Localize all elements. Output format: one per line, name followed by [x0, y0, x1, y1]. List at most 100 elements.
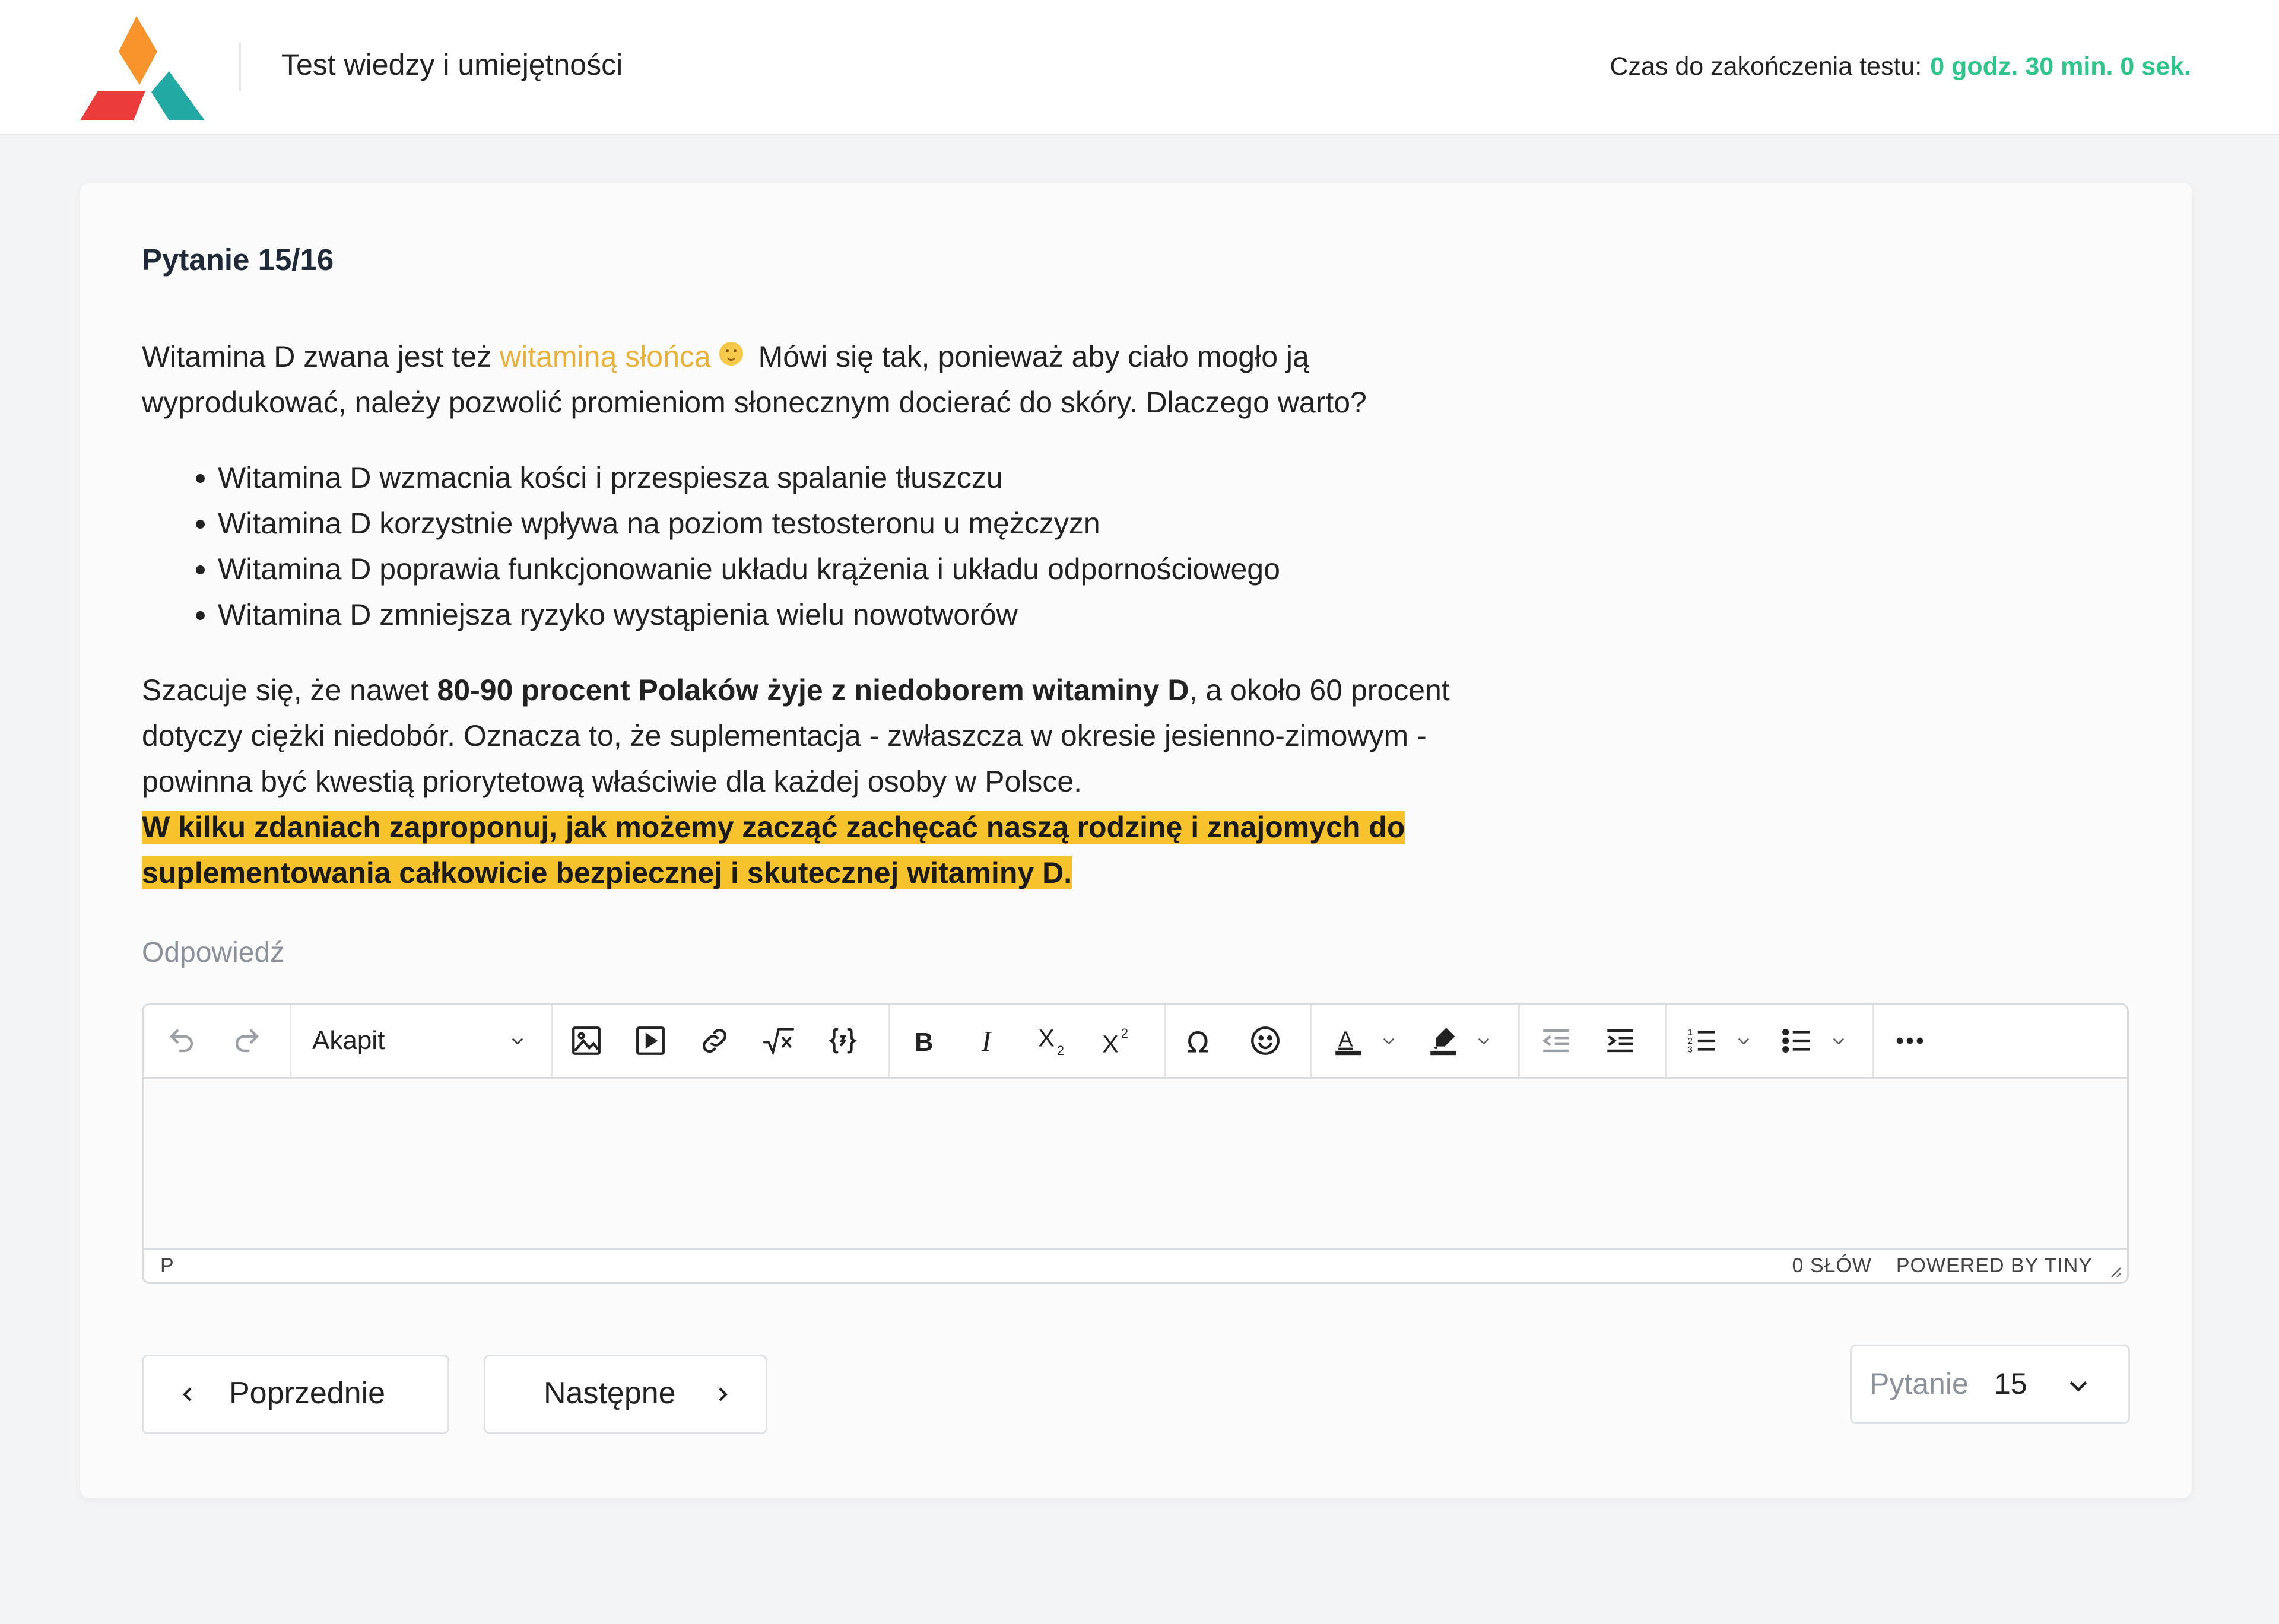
special-char-button[interactable]: Ω: [1180, 1019, 1223, 1062]
test-timer: Czas do zakończenia testu: 0 godz. 30 min…: [1610, 52, 2191, 81]
editor-toolbar: Akapit B I X 2 X 2 Ω A 1 2 3: [144, 1005, 2127, 1079]
more-icon: [1896, 1037, 1923, 1044]
indent-group: [1518, 1005, 1667, 1077]
insert-math-button[interactable]: [757, 1019, 800, 1062]
image-icon: [572, 1026, 601, 1055]
media-icon: [636, 1026, 665, 1055]
svg-text:2: 2: [1057, 1043, 1064, 1058]
insert-media-button[interactable]: [629, 1019, 672, 1062]
bullet-list-button[interactable]: [1776, 1019, 1818, 1062]
app-title: Test wiedzy i umiejętności: [281, 48, 623, 81]
svg-text:3: 3: [1688, 1045, 1693, 1054]
insert-link-button[interactable]: [693, 1019, 736, 1062]
question-intro: Witamina D zwana jest też witaminą słońc…: [142, 340, 1367, 419]
next-label: Następne: [544, 1376, 676, 1410]
word-count[interactable]: 0 SŁÓW: [1792, 1254, 1872, 1277]
chevron-down-icon[interactable]: [1380, 1032, 1397, 1049]
header-divider: [239, 43, 241, 91]
previous-label: Poprzednie: [229, 1376, 386, 1410]
emoji-button[interactable]: [1244, 1019, 1287, 1062]
svg-text:2: 2: [1121, 1026, 1128, 1041]
superscript-icon: X2: [1102, 1026, 1128, 1057]
special-char-icon: Ω: [1187, 1026, 1209, 1058]
chevron-left-icon: [183, 1387, 192, 1401]
question-number: Pytanie 15/16: [142, 243, 334, 277]
benefits-list: Witamina D wzmacnia kości i przespiesza …: [142, 455, 1483, 638]
code-sample-button[interactable]: [821, 1019, 864, 1062]
list-item: Witamina D poprawia funkcjonowanie układ…: [218, 546, 1483, 592]
list-group: 123: [1665, 1005, 1874, 1077]
color-group: A: [1310, 1005, 1520, 1077]
undo-button[interactable]: [160, 1019, 203, 1062]
chevron-right-icon: [719, 1387, 728, 1401]
italic-button[interactable]: I: [967, 1019, 1010, 1062]
more-button[interactable]: [1888, 1019, 1931, 1062]
svg-text:Ω: Ω: [1187, 1026, 1209, 1058]
chevron-down-icon[interactable]: [1475, 1032, 1492, 1049]
code-sample-icon: [828, 1028, 858, 1054]
chevron-down-icon[interactable]: [1830, 1032, 1847, 1049]
chevron-down-icon: [2069, 1381, 2087, 1392]
triangle-logo-icon: [80, 16, 205, 120]
list-item: Witamina D zmniejsza ryzyko wystąpienia …: [218, 592, 1483, 638]
previous-button[interactable]: Poprzednie: [142, 1355, 449, 1434]
question-select-label: Pytanie: [1869, 1367, 1969, 1400]
highlight-color-button[interactable]: [1422, 1019, 1465, 1062]
editor-content-area[interactable]: [144, 1079, 2127, 1250]
answer-editor: Akapit B I X 2 X 2 Ω A 1 2 3 P 0 SŁÓW PO…: [142, 1003, 2129, 1284]
superscript-button[interactable]: X2: [1097, 1019, 1140, 1062]
highlight-color-icon: [1430, 1028, 1456, 1056]
sun-vitamin-link: witaminą słońca: [499, 340, 711, 373]
svg-text:I: I: [981, 1026, 992, 1057]
smiling-sun-emoji-icon: [719, 342, 743, 366]
editor-statusbar: P 0 SŁÓW POWERED BY TINY: [144, 1248, 2127, 1282]
math-icon: [763, 1028, 795, 1056]
bold-button[interactable]: B: [903, 1019, 946, 1062]
redo-button[interactable]: [226, 1019, 268, 1062]
format-group: B I X2 X2: [888, 1005, 1166, 1077]
resize-handle-icon[interactable]: [2105, 1261, 2122, 1279]
question-select-value: 15: [1994, 1367, 2027, 1400]
answer-label: Odpowiedź: [142, 937, 285, 968]
link-icon: [703, 1029, 726, 1053]
bullet-list-icon: [1782, 1028, 1810, 1053]
question-card: Pytanie 15/16 Witamina D zwana jest też …: [80, 183, 2192, 1498]
statistic-bold: 80-90 procent Polaków żyje z niedoborem …: [437, 673, 1189, 707]
list-item: Witamina D wzmacnia kości i przespiesza …: [218, 455, 1483, 501]
svg-text:X: X: [1038, 1025, 1054, 1052]
indent-button[interactable]: [1599, 1019, 1642, 1062]
outdent-icon: [1542, 1029, 1569, 1053]
indent-icon: [1607, 1029, 1633, 1053]
outdent-button[interactable]: [1535, 1019, 1577, 1062]
question-task: W kilku zdaniach zaproponuj, jak możemy …: [142, 805, 1483, 896]
timer-value: 0 godz. 30 min. 0 sek.: [1930, 52, 2191, 81]
svg-text:X: X: [1102, 1030, 1118, 1057]
task-highlight: W kilku zdaniach zaproponuj, jak możemy …: [142, 811, 1405, 889]
insert-image-button[interactable]: [565, 1019, 608, 1062]
block-format-select[interactable]: Akapit: [290, 1005, 553, 1077]
emoji-icon: [1251, 1026, 1280, 1055]
numbered-list-icon: 123: [1688, 1028, 1715, 1054]
subscript-button[interactable]: X2: [1033, 1019, 1075, 1062]
block-format-value: Akapit: [312, 1026, 385, 1055]
more-group: [1872, 1005, 1937, 1077]
list-item: Witamina D korzystnie wpływa na poziom t…: [218, 501, 1483, 546]
italic-icon: I: [981, 1026, 992, 1057]
numbered-list-button[interactable]: 123: [1681, 1019, 1723, 1062]
undo-icon: [170, 1029, 193, 1053]
bold-icon: B: [915, 1028, 933, 1057]
chars-group: Ω: [1164, 1005, 1312, 1077]
powered-by-link[interactable]: POWERED BY TINY: [1896, 1254, 2093, 1277]
chevron-down-icon: [512, 1038, 523, 1045]
top-header: Test wiedzy i umiejętności Czas do zakoń…: [0, 0, 2279, 135]
redo-icon: [235, 1029, 259, 1053]
chevron-down-icon[interactable]: [1735, 1032, 1752, 1049]
question-select[interactable]: Pytanie 15: [1850, 1345, 2130, 1424]
timer-label: Czas do zakończenia testu:: [1610, 52, 1922, 81]
svg-text:B: B: [915, 1028, 933, 1057]
text-color-button[interactable]: A: [1327, 1019, 1370, 1062]
insert-group: [551, 1005, 890, 1077]
element-path[interactable]: P: [160, 1254, 174, 1277]
next-button[interactable]: Następne: [484, 1355, 767, 1434]
subscript-icon: X2: [1038, 1025, 1064, 1058]
